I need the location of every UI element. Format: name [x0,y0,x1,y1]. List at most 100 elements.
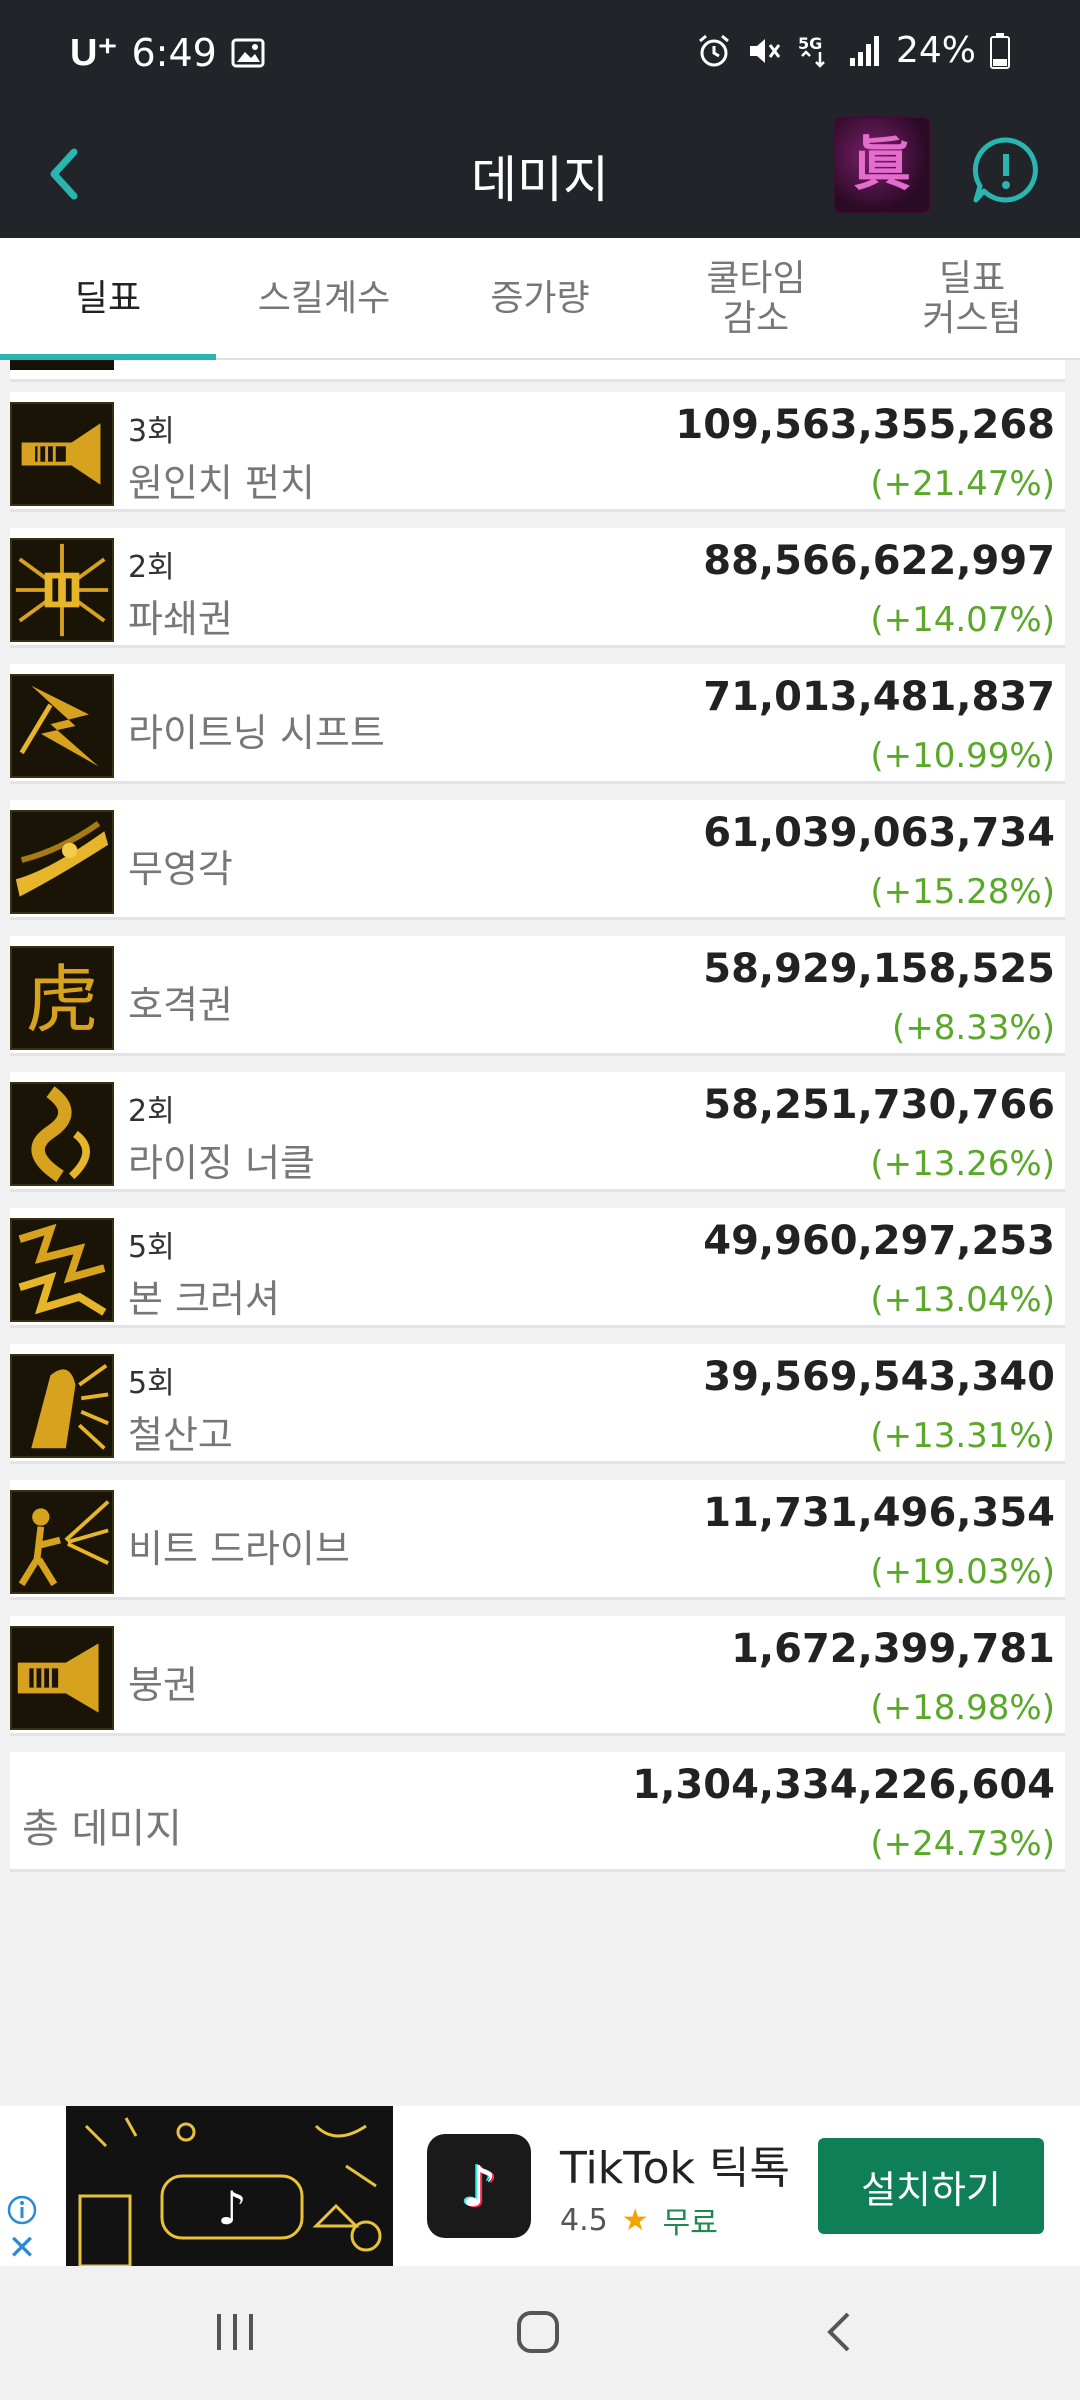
fist-punch-icon [10,402,114,506]
list-item[interactable]: 5회 본 크러셔 49,960,297,253 (+13.04%) [10,1208,1065,1328]
hit-count: 3회 [128,414,175,449]
total-row: 총 데미지 1,304,334,226,604 (+24.73%) [10,1752,1065,1872]
signal-icon [849,35,879,66]
install-button[interactable]: 설치하기 [818,2138,1044,2234]
tab-cooldown-reduction[interactable]: 쿨타임 감소 [648,238,864,360]
tab-custom-table[interactable]: 딜표 커스텀 [864,238,1080,360]
ad-rating: 4.5 [560,2202,608,2238]
increase-percent: (+18.98%) [870,1688,1055,1728]
svg-text:眞: 眞 [853,130,911,198]
battery-icon [990,32,1010,69]
increase-percent: (+15.28%) [870,872,1055,912]
damage-value: 1,672,399,781 [731,1626,1055,1672]
list-item[interactable]: 虎 호격권 58,929,158,525 (+8.33%) [10,936,1065,1056]
recent-apps-icon[interactable] [205,2302,265,2362]
status-right: 5G 24% [696,30,1010,71]
skill-name: 철산고 [128,1413,233,1457]
skill-name: 파쇄권 [128,597,233,641]
list-item[interactable]: 붕권 1,672,399,781 (+18.98%) [10,1616,1065,1736]
total-increase-percent: (+24.73%) [870,1824,1055,1864]
list-item[interactable]: 5회 철산고 39,569,543,340 (+13.31%) [10,1344,1065,1464]
list-item[interactable]: 2회 파쇄권 88,566,622,997 (+14.07%) [10,528,1065,648]
carrier-label: U⁺ [70,32,118,74]
damage-value: 39,569,543,340 [703,1354,1055,1400]
rising-knuckle-icon [10,1082,114,1186]
damage-value: 49,960,297,253 [703,1218,1055,1264]
app-bar: 데미지 眞 [0,110,1080,238]
damage-value: 58,251,730,766 [703,1082,1055,1128]
list-item[interactable]: 비트 드라이브 11,731,496,354 (+19.03%) [10,1480,1065,1600]
tab-bar: 딜표 스킬계수 증가량 쿨타임 감소 딜표 커스텀 [0,238,1080,360]
list-item-partial [10,360,1065,382]
bone-crusher-icon [10,1218,114,1322]
skill-name: 붕권 [128,1663,198,1707]
star-icon: ★ [621,2202,649,2238]
damage-value: 71,013,481,837 [703,674,1055,720]
beat-drive-icon [10,1490,114,1594]
damage-value: 58,929,158,525 [703,946,1055,992]
damage-value: 11,731,496,354 [703,1490,1055,1536]
increase-percent: (+21.47%) [870,464,1055,504]
total-damage-value: 1,304,334,226,604 [632,1762,1055,1808]
tab-skill-coefficient[interactable]: 스킬계수 [216,238,432,360]
list-item[interactable]: 라이트닝 시프트 71,013,481,837 (+10.99%) [10,664,1065,784]
ad-meta: 4.5 ★ 무료 [560,2198,718,2242]
status-bar: U⁺ 6:49 5G 24% [0,0,1080,110]
increase-percent: (+14.07%) [870,600,1055,640]
list-item[interactable]: 2회 라이징 너클 58,251,730,766 (+13.26%) [10,1072,1065,1192]
increase-percent: (+19.03%) [870,1552,1055,1592]
svg-text:虎: 虎 [25,958,98,1043]
home-icon[interactable] [508,2302,568,2362]
skill-name: 비트 드라이브 [128,1527,350,1571]
skill-name: 라이징 너클 [128,1141,315,1185]
shatter-fist-icon [10,538,114,642]
shadow-kick-icon [10,810,114,914]
svg-text:♪: ♪ [461,2155,497,2220]
back-nav-icon[interactable] [810,2302,870,2362]
tab-damage-table[interactable]: 딜표 [0,238,216,360]
tiktok-logo-icon[interactable]: ♪ ♪ ♪ [427,2134,531,2238]
increase-percent: (+13.04%) [870,1280,1055,1320]
svg-text:5G: 5G [798,34,822,53]
system-nav-bar [0,2266,1080,2400]
total-label: 총 데미지 [22,1806,182,1852]
alert-icon[interactable] [970,134,1042,206]
skill-name: 본 크러셔 [128,1277,280,1321]
skill-name: 무영각 [128,847,233,891]
iron-mountain-icon [10,1354,114,1458]
hit-count: 5회 [128,1230,175,1265]
svg-text:♪: ♪ [217,2181,246,2235]
hit-count: 5회 [128,1366,175,1401]
lightning-shift-icon [10,674,114,778]
hit-count: 2회 [128,550,175,585]
alarm-icon [699,34,729,66]
increase-percent: (+13.26%) [870,1144,1055,1184]
list-item[interactable]: 무영각 61,039,063,734 (+15.28%) [10,800,1065,920]
ad-app-name[interactable]: TikTok 틱톡 [560,2132,790,2196]
ad-info-icon[interactable] [6,2194,38,2226]
tab-increase[interactable]: 증가량 [432,238,648,360]
status-left: U⁺ 6:49 [70,30,265,75]
skill-name: 라이트닝 시프트 [128,711,385,755]
ad-image[interactable]: ♪ [66,2106,393,2266]
damage-value: 88,566,622,997 [703,538,1055,584]
5g-icon: 5G [798,34,825,68]
character-avatar[interactable]: 眞 [833,116,931,214]
battery-percent: 24% [895,30,976,71]
increase-percent: (+13.31%) [870,1416,1055,1456]
tiger-fist-icon: 虎 [10,946,114,1050]
increase-percent: (+8.33%) [891,1008,1055,1048]
clock: 6:49 [131,30,217,75]
mute-icon [749,38,781,63]
skill-name: 호격권 [128,983,233,1027]
list-item[interactable]: 3회 원인치 펀치 109,563,355,268 (+21.47%) [10,392,1065,512]
damage-value: 61,039,063,734 [703,810,1055,856]
ad-banner[interactable]: ✕ ♪ ♪ ♪ ♪ TikTok 틱톡 4.5 ★ 무료 설치하기 [0,2106,1080,2266]
damage-value: 109,563,355,268 [675,402,1055,448]
collapse-fist-icon [10,1626,114,1730]
ad-price: 무료 [662,2206,718,2241]
skill-name: 원인치 펀치 [128,461,315,505]
ad-close-icon[interactable]: ✕ [6,2231,38,2265]
hit-count: 2회 [128,1094,175,1129]
increase-percent: (+10.99%) [870,736,1055,776]
